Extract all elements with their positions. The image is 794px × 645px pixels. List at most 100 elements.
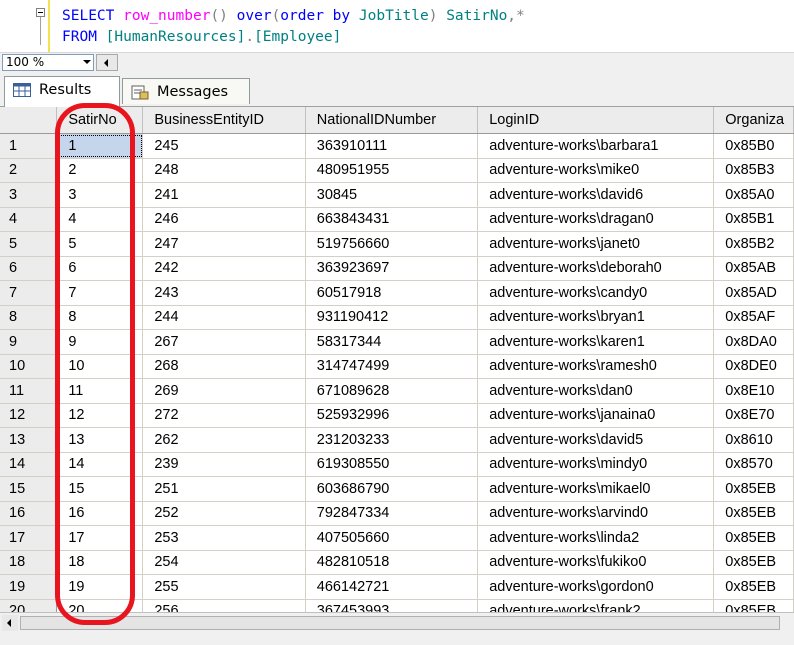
table-row[interactable]: 8 8 244 931190412 adventure-works\bryan1 0x85… — [0, 305, 794, 330]
cell-loginid[interactable]: adventure-works\david5 — [477, 427, 715, 453]
row-number-cell[interactable]: 17 — [0, 525, 58, 551]
table-row[interactable]: 2 2 248 480951955 adventure-works\mike0 0x85B… — [0, 158, 794, 183]
cell-businessentityid[interactable]: 251 — [142, 476, 306, 502]
cell-organiza[interactable]: 0x8DE0 — [713, 354, 794, 379]
cell-nationalidnumber[interactable]: 363910111 — [305, 133, 479, 159]
cell-satirno[interactable]: 12 — [56, 403, 144, 428]
cell-businessentityid[interactable]: 244 — [142, 305, 306, 330]
column-header-nationalidnumber[interactable]: NationalIDNumber — [305, 107, 479, 134]
cell-businessentityid[interactable]: 272 — [142, 403, 306, 428]
cell-nationalidnumber[interactable]: 931190412 — [305, 305, 479, 330]
table-row[interactable]: 11 11 269 671089628 adventure-works\dan0 0x8E… — [0, 378, 794, 404]
table-row[interactable]: 17 17 253 407505660 adventure-works\linda2 0x… — [0, 525, 794, 551]
cell-satirno[interactable]: 11 — [56, 378, 144, 404]
cell-satirno[interactable]: 15 — [56, 476, 144, 502]
cell-nationalidnumber[interactable]: 231203233 — [305, 427, 479, 453]
cell-loginid[interactable]: adventure-works\fukiko0 — [477, 550, 715, 575]
cell-businessentityid[interactable]: 262 — [142, 427, 306, 453]
cell-satirno[interactable]: 20 — [56, 599, 144, 612]
cell-organiza[interactable]: 0x85EB — [713, 574, 794, 600]
cell-organiza[interactable]: 0x85AB — [713, 256, 794, 281]
cell-businessentityid[interactable]: 246 — [142, 207, 306, 232]
cell-businessentityid[interactable]: 239 — [142, 452, 306, 477]
row-number-cell[interactable]: 3 — [0, 182, 58, 208]
column-header-organiza[interactable]: Organiza — [713, 107, 794, 134]
cell-loginid[interactable]: adventure-works\mindy0 — [477, 452, 715, 477]
cell-satirno[interactable]: 16 — [56, 501, 144, 526]
cell-organiza[interactable]: 0x85EB — [713, 599, 794, 612]
row-number-cell[interactable]: 5 — [0, 231, 58, 257]
row-number-cell[interactable]: 16 — [0, 501, 58, 526]
cell-loginid[interactable]: adventure-works\karen1 — [477, 329, 715, 355]
cell-loginid[interactable]: adventure-works\linda2 — [477, 525, 715, 551]
cell-nationalidnumber[interactable]: 663843431 — [305, 207, 479, 232]
cell-businessentityid[interactable]: 269 — [142, 378, 306, 404]
table-row[interactable]: 20 20 256 367453993 adventure-works\frank2 0x… — [0, 599, 794, 612]
cell-loginid[interactable]: adventure-works\frank2 — [477, 599, 715, 612]
table-row[interactable]: 7 7 243 60517918 adventure-works\candy0 0x85A… — [0, 280, 794, 306]
cell-nationalidnumber[interactable]: 314747499 — [305, 354, 479, 379]
cell-satirno[interactable]: 17 — [56, 525, 144, 551]
cell-organiza[interactable]: 0x8E70 — [713, 403, 794, 428]
cell-nationalidnumber[interactable]: 60517918 — [305, 280, 479, 306]
cell-organiza[interactable]: 0x85EB — [713, 525, 794, 551]
column-header-satirno[interactable]: SatirNo — [56, 107, 144, 134]
cell-nationalidnumber[interactable]: 30845 — [305, 182, 479, 208]
row-number-cell[interactable]: 11 — [0, 378, 58, 404]
cell-businessentityid[interactable]: 245 — [142, 133, 306, 159]
cell-loginid[interactable]: adventure-works\janaina0 — [477, 403, 715, 428]
column-header-loginid[interactable]: LoginID — [477, 107, 715, 134]
cell-loginid[interactable]: adventure-works\mikael0 — [477, 476, 715, 502]
cell-satirno[interactable]: 6 — [56, 256, 144, 281]
cell-loginid[interactable]: adventure-works\gordon0 — [477, 574, 715, 600]
table-row[interactable]: 3 3 241 30845 adventure-works\david6 0x85A0 — [0, 182, 794, 208]
cell-organiza[interactable]: 0x8E10 — [713, 378, 794, 404]
cell-nationalidnumber[interactable]: 480951955 — [305, 158, 479, 183]
cell-nationalidnumber[interactable]: 363923697 — [305, 256, 479, 281]
scroll-left-button[interactable] — [96, 54, 118, 71]
cell-organiza[interactable]: 0x85A0 — [713, 182, 794, 208]
row-number-cell[interactable]: 8 — [0, 305, 58, 330]
row-number-cell[interactable]: 7 — [0, 280, 58, 306]
horizontal-scrollbar[interactable] — [0, 612, 794, 633]
cell-satirno[interactable]: 3 — [56, 182, 144, 208]
table-row[interactable]: 19 19 255 466142721 adventure-works\gordon0 0… — [0, 574, 794, 600]
cell-satirno[interactable]: 13 — [56, 427, 144, 453]
row-number-cell[interactable]: 15 — [0, 476, 58, 502]
cell-nationalidnumber[interactable]: 482810518 — [305, 550, 479, 575]
row-number-cell[interactable]: 12 — [0, 403, 58, 428]
row-number-cell[interactable]: 1 — [0, 133, 58, 159]
table-row[interactable]: 12 12 272 525932996 adventure-works\janaina0… — [0, 403, 794, 428]
cell-loginid[interactable]: adventure-works\dan0 — [477, 378, 715, 404]
row-number-cell[interactable]: 6 — [0, 256, 58, 281]
row-number-cell[interactable]: 10 — [0, 354, 58, 379]
table-row[interactable]: 1 1 245 363910111 adventure-works\barbara1 0x… — [0, 133, 794, 159]
cell-loginid[interactable]: adventure-works\barbara1 — [477, 133, 715, 159]
row-number-cell[interactable]: 13 — [0, 427, 58, 453]
cell-organiza[interactable]: 0x8DA0 — [713, 329, 794, 355]
cell-satirno[interactable]: 5 — [56, 231, 144, 257]
cell-nationalidnumber[interactable]: 367453993 — [305, 599, 479, 612]
cell-businessentityid[interactable]: 256 — [142, 599, 306, 612]
cell-organiza[interactable]: 0x85EB — [713, 501, 794, 526]
cell-loginid[interactable]: adventure-works\deborah0 — [477, 256, 715, 281]
row-number-cell[interactable]: 4 — [0, 207, 58, 232]
zoom-dropdown[interactable]: 100 % — [2, 54, 94, 71]
cell-loginid[interactable]: adventure-works\ramesh0 — [477, 354, 715, 379]
column-header-businessentityid[interactable]: BusinessEntityID — [142, 107, 306, 134]
cell-satirno[interactable]: 10 — [56, 354, 144, 379]
cell-organiza[interactable]: 0x85B0 — [713, 133, 794, 159]
table-row[interactable]: 14 14 239 619308550 adventure-works\mindy0 0x… — [0, 452, 794, 477]
table-row[interactable]: 18 18 254 482810518 adventure-works\fukiko0 0… — [0, 550, 794, 575]
cell-organiza[interactable]: 0x85AF — [713, 305, 794, 330]
cell-nationalidnumber[interactable]: 58317344 — [305, 329, 479, 355]
scrollbar-thumb[interactable] — [20, 616, 780, 630]
chevron-down-icon[interactable] — [83, 60, 91, 64]
cell-organiza[interactable]: 0x8570 — [713, 452, 794, 477]
cell-satirno[interactable]: 1 — [56, 133, 144, 159]
table-row[interactable]: 15 15 251 603686790 adventure-works\mikael0 0… — [0, 476, 794, 502]
cell-organiza[interactable]: 0x85EB — [713, 550, 794, 575]
cell-businessentityid[interactable]: 255 — [142, 574, 306, 600]
cell-satirno[interactable]: 14 — [56, 452, 144, 477]
cell-nationalidnumber[interactable]: 792847334 — [305, 501, 479, 526]
